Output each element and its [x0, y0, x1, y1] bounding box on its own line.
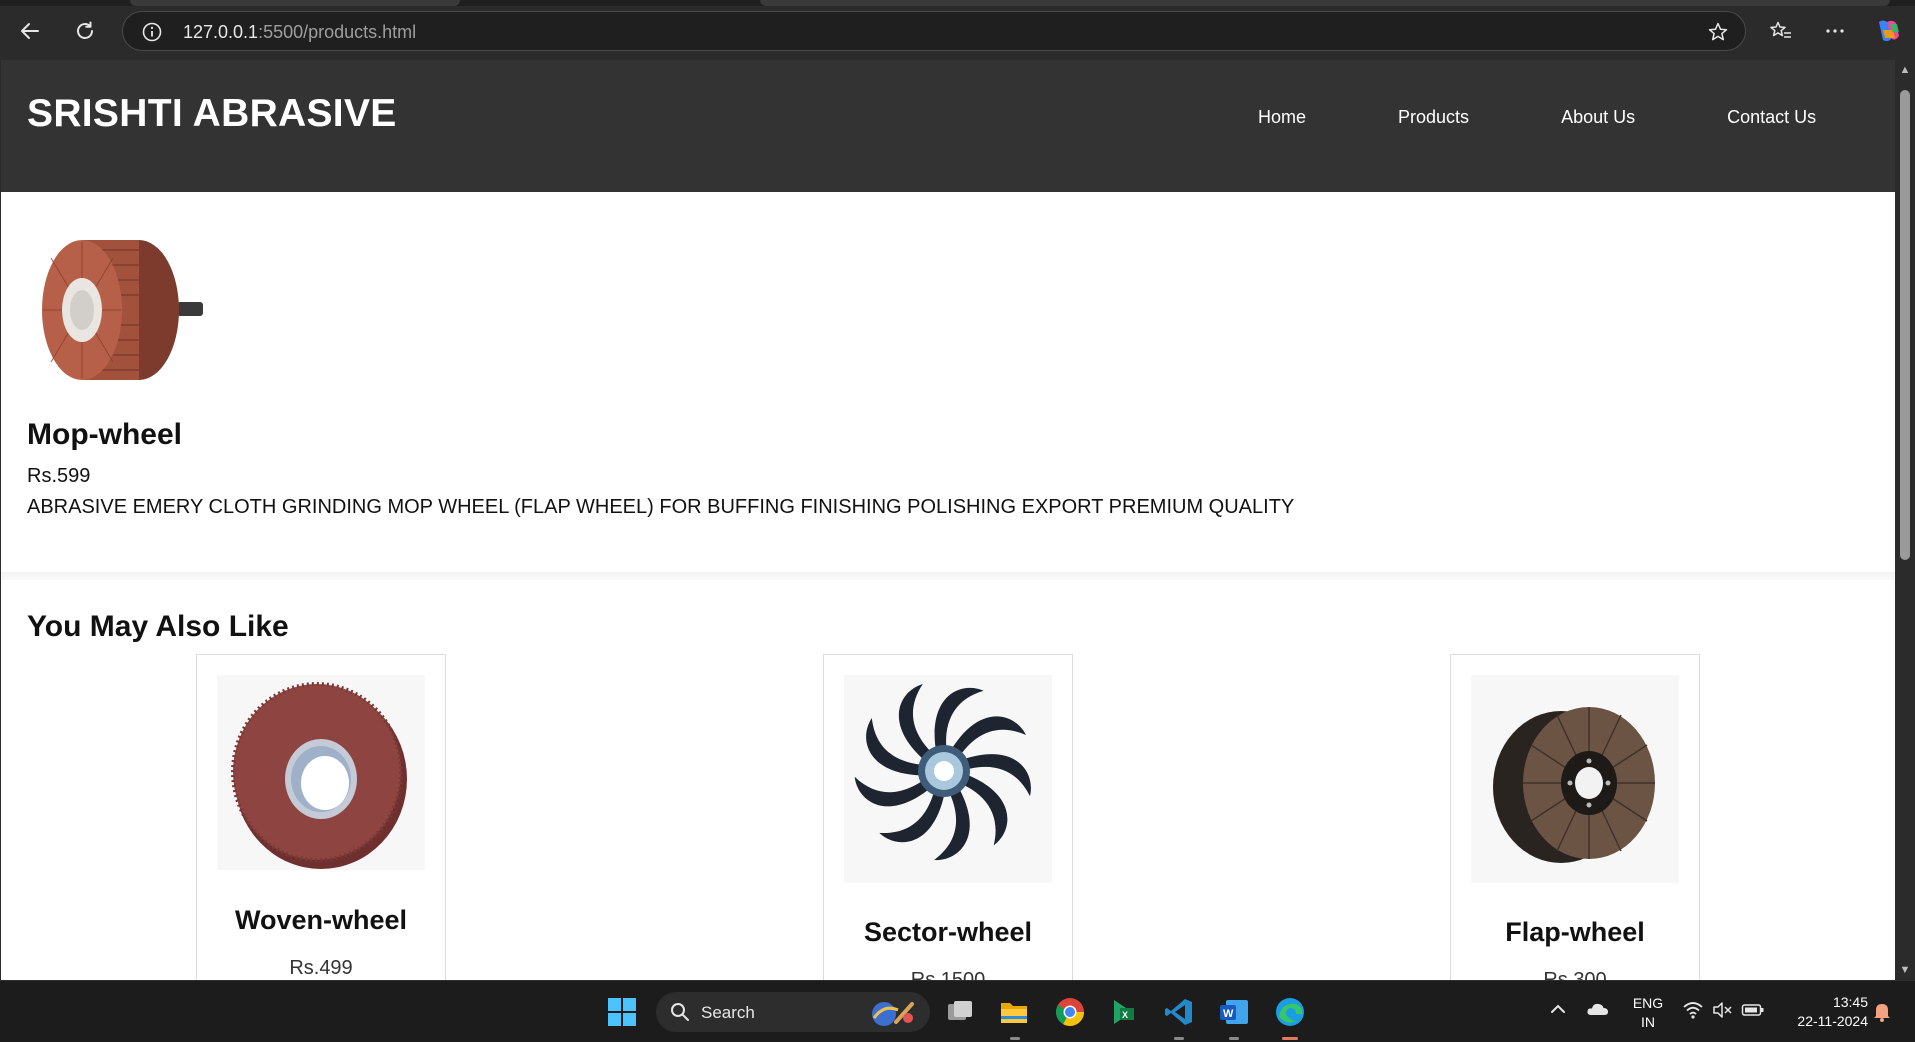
page-scrollbar[interactable]: ▲ ▼ — [1895, 60, 1915, 980]
product-detail: Mop-wheel Rs.599 ABRASIVE EMERY CLOTH GR… — [27, 220, 1887, 518]
nav-products[interactable]: Products — [1398, 107, 1469, 128]
nav-home[interactable]: Home — [1258, 107, 1306, 128]
browser-toolbar: 127.0.0.1:5500/products.html — [0, 0, 1915, 60]
windows-start-icon[interactable] — [606, 996, 638, 1028]
related-heading: You May Also Like — [27, 610, 289, 643]
clock-date: 22-11-2024 — [1797, 1013, 1868, 1029]
chrome-icon[interactable] — [1054, 996, 1086, 1028]
scroll-up-icon[interactable]: ▲ — [1899, 64, 1911, 76]
sheets-app-icon[interactable]: X — [1108, 996, 1140, 1028]
mop-wheel-image — [27, 220, 207, 400]
favorite-star-icon[interactable] — [1707, 21, 1729, 48]
related-card-title[interactable]: Woven-wheel — [197, 905, 445, 936]
edge-active-indicator — [1282, 1037, 1298, 1040]
nav-about-us[interactable]: About Us — [1561, 107, 1635, 128]
reload-icon[interactable] — [67, 13, 103, 49]
more-menu-icon[interactable] — [1817, 13, 1853, 49]
nav-contact-us[interactable]: Contact Us — [1727, 107, 1816, 128]
related-card-flap-wheel[interactable]: Flap-wheel Rs.300 — [1450, 654, 1700, 980]
related-card-woven-wheel[interactable]: Woven-wheel Rs.499 — [196, 654, 446, 980]
favorites-icon[interactable] — [1763, 13, 1799, 49]
browser-tab[interactable] — [760, 0, 1890, 6]
language-indicator[interactable]: ENG IN — [1628, 995, 1668, 1030]
onedrive-icon[interactable] — [1586, 999, 1610, 1019]
search-highlight-icon — [872, 1002, 914, 1026]
windows-taskbar: Search X W ENG IN 13:45 22-11-2024 — [0, 980, 1915, 1042]
language-bottom: IN — [1641, 1014, 1655, 1030]
site-nav: Home Products About Us Contact Us — [1258, 107, 1816, 128]
file-explorer-icon[interactable] — [998, 996, 1030, 1028]
related-card-title[interactable]: Sector-wheel — [824, 917, 1072, 948]
svg-text:W: W — [1223, 1008, 1234, 1020]
page-viewport: SRISHTI ABRASIVE Home Products About Us … — [0, 60, 1895, 980]
clock-time: 13:45 — [1832, 994, 1868, 1010]
vscode-icon[interactable] — [1163, 996, 1195, 1028]
url-path: :5500/products.html — [258, 22, 417, 42]
site-logo[interactable]: SRISHTI ABRASIVE — [27, 92, 397, 136]
sector-wheel-image[interactable] — [844, 675, 1052, 883]
woven-wheel-image[interactable] — [217, 675, 425, 870]
vscode-running-indicator — [1174, 1037, 1184, 1040]
edge-icon[interactable] — [1274, 996, 1306, 1028]
section-divider — [1, 572, 1895, 580]
related-card-price: Rs.1500 — [910, 969, 986, 980]
site-info-icon[interactable] — [141, 21, 163, 43]
show-hidden-icons-icon[interactable] — [1548, 999, 1568, 1019]
site-header: SRISHTI ABRASIVE Home Products About Us … — [1, 60, 1895, 192]
battery-icon[interactable] — [1741, 1000, 1765, 1020]
browser-tab[interactable] — [130, 0, 460, 6]
flap-wheel-image[interactable] — [1471, 675, 1679, 883]
copilot-icon[interactable] — [1873, 16, 1903, 46]
word-running-indicator — [1229, 1037, 1239, 1040]
notification-bell-icon[interactable] — [1872, 1001, 1892, 1023]
back-icon[interactable] — [12, 13, 48, 49]
task-view-icon[interactable] — [944, 996, 976, 1028]
related-card-price: Rs.300 — [1543, 969, 1607, 980]
related-card-price: Rs.499 — [289, 957, 353, 979]
url-host: 127.0.0.1 — [183, 22, 259, 42]
clock[interactable]: 13:45 22-11-2024 — [1778, 994, 1868, 1029]
wifi-icon[interactable] — [1682, 999, 1704, 1021]
language-top: ENG — [1632, 995, 1664, 1011]
address-bar[interactable]: 127.0.0.1:5500/products.html — [122, 11, 1746, 51]
product-price: Rs.599 — [27, 465, 91, 487]
related-card-title[interactable]: Flap-wheel — [1451, 917, 1699, 948]
scrollbar-thumb[interactable] — [1900, 90, 1910, 560]
svg-text:X: X — [1122, 1010, 1128, 1020]
scroll-down-icon[interactable]: ▼ — [1899, 964, 1911, 976]
volume-muted-icon[interactable] — [1711, 999, 1733, 1021]
related-card-sector-wheel[interactable]: Sector-wheel Rs.1500 — [823, 654, 1073, 980]
taskbar-search[interactable]: Search — [656, 992, 930, 1032]
product-description: ABRASIVE EMERY CLOTH GRINDING MOP WHEEL … — [27, 496, 1295, 518]
word-icon[interactable]: W — [1218, 996, 1250, 1028]
url-text[interactable]: 127.0.0.1:5500/products.html — [183, 22, 416, 43]
explorer-running-indicator — [1010, 1037, 1020, 1040]
product-title: Mop-wheel — [27, 418, 182, 451]
tab-strip — [0, 0, 1915, 6]
search-label: Search — [701, 1003, 755, 1022]
search-icon — [671, 1003, 689, 1021]
